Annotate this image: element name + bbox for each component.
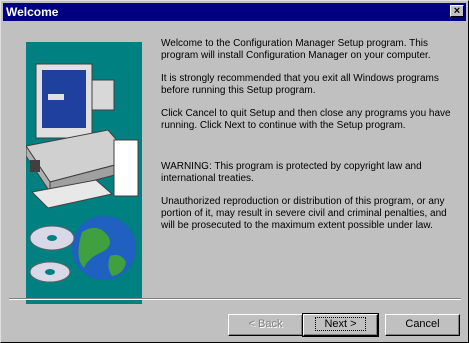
globe-icon bbox=[72, 216, 136, 280]
back-button[interactable]: < Back bbox=[228, 314, 303, 336]
intro-paragraph: Welcome to the Configuration Manager Set… bbox=[161, 38, 431, 61]
window-title: Welcome bbox=[6, 5, 59, 19]
setup-illustration bbox=[26, 42, 142, 304]
separator bbox=[9, 298, 461, 300]
setup-dialog: Welcome × Welcome to the Configuration M… bbox=[0, 0, 469, 343]
close-button[interactable]: × bbox=[450, 5, 464, 17]
recommendation-paragraph: It is strongly recommended that you exit… bbox=[161, 73, 439, 96]
instructions-paragraph: Click Cancel to quit Setup and then clos… bbox=[161, 108, 451, 131]
warning-paragraph: WARNING: This program is protected by co… bbox=[161, 161, 422, 184]
title-bar: Welcome × bbox=[3, 3, 466, 21]
cancel-button[interactable]: Cancel bbox=[385, 314, 460, 336]
close-icon: × bbox=[453, 5, 461, 17]
next-button[interactable]: Next > bbox=[302, 313, 379, 337]
next-button-label: Next > bbox=[315, 317, 366, 331]
welcome-text: Welcome to the Configuration Manager Set… bbox=[161, 38, 459, 243]
legal-paragraph: Unauthorized reproduction or distributio… bbox=[161, 196, 447, 231]
